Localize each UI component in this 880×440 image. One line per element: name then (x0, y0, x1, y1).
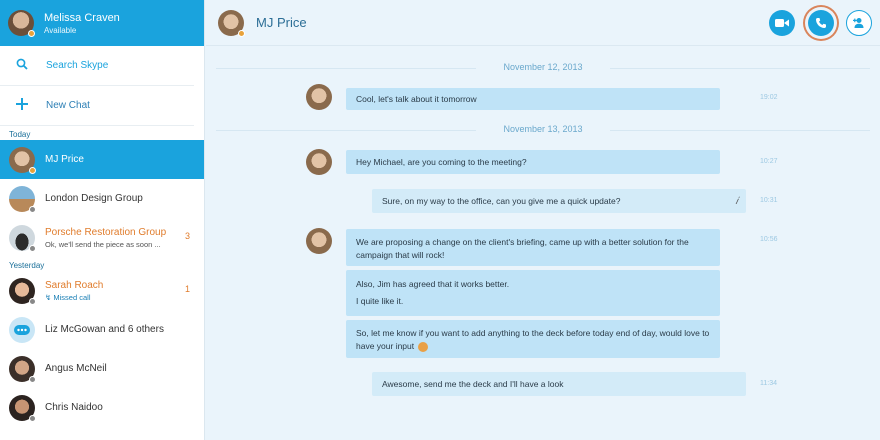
status-dot (29, 375, 36, 383)
message-timestamp: 10:27 (760, 158, 778, 165)
contact-liz-mcgowan-group[interactable]: Liz McGowan and 6 others (0, 310, 204, 349)
contact-porsche-restoration-group[interactable]: Porsche Restoration Group Ok, we'll send… (0, 218, 204, 257)
conversation-avatar[interactable] (218, 9, 245, 37)
status-dot (238, 29, 245, 37)
edit-message-icon[interactable]: 𝑖 (735, 196, 738, 207)
message-timestamp: 10:31 (760, 197, 778, 204)
sender-avatar (306, 149, 332, 175)
message-text: We are proposing a change on the client'… (356, 237, 689, 260)
contact-avatar (9, 394, 36, 422)
last-message-preview: Ok, we'll send the piece as soon ... (45, 239, 161, 249)
status-available-dot (28, 30, 35, 37)
group-chat-icon (14, 324, 30, 335)
sender-avatar (306, 84, 332, 110)
profile-avatar[interactable] (8, 10, 35, 37)
contact-name: MJ Price (45, 154, 84, 165)
group-chat-avatar (9, 316, 35, 343)
message-bubble[interactable]: We are proposing a change on the client'… (346, 229, 720, 266)
message-text: Also, Jim has agreed that it works bette… (356, 279, 510, 289)
contact-avatar (9, 146, 36, 174)
contact-name: Chris Naidoo (45, 402, 103, 413)
message-text: So, let me know if you want to add anyth… (356, 328, 710, 351)
search-icon (14, 58, 30, 73)
conversation-title[interactable]: MJ Price (256, 15, 307, 30)
profile-status: Available (44, 25, 77, 35)
search-skype[interactable]: Search Skype (0, 46, 194, 86)
sender-avatar (306, 228, 332, 254)
contact-angus-mcneil[interactable]: Angus McNeil (0, 349, 204, 388)
status-dot (29, 244, 36, 252)
video-camera-icon (775, 19, 789, 27)
message-timestamp: 11:34 (760, 380, 777, 387)
profile-info: Melissa Craven Available (44, 12, 120, 35)
status-dot (29, 205, 36, 213)
video-call-button[interactable] (769, 10, 795, 36)
missed-call-label: Missed call (53, 292, 91, 302)
audio-call-button[interactable] (808, 10, 834, 36)
message-bubble[interactable]: So, let me know if you want to add anyth… (346, 320, 720, 358)
sidebar: Melissa Craven Available Search Skype Ne… (0, 0, 205, 440)
message-text: Hey Michael, are you coming to the meeti… (356, 157, 527, 167)
profile-name: Melissa Craven (44, 11, 120, 24)
missed-call-status: ↯ Missed call (45, 293, 204, 302)
contact-chris-naidoo[interactable]: Chris Naidoo (0, 388, 204, 427)
add-person-icon (853, 18, 864, 28)
status-dot (29, 414, 36, 422)
status-dot (29, 166, 36, 174)
profile-header[interactable]: Melissa Craven Available (0, 0, 204, 46)
missed-call-icon: ↯ (45, 292, 52, 302)
smile-emoticon-icon (418, 341, 429, 352)
contact-avatar (9, 355, 36, 383)
new-chat-label: New Chat (46, 100, 90, 111)
contact-avatar (9, 277, 36, 305)
group-avatar (9, 224, 36, 252)
message-timestamp: 19:02 (760, 94, 778, 101)
contact-name: Angus McNeil (45, 363, 107, 374)
status-dot (29, 297, 36, 305)
new-chat-button[interactable]: New Chat (0, 86, 194, 126)
outgoing-message-bubble[interactable]: Awesome, send me the deck and I'll have … (372, 372, 746, 396)
section-today: Today (9, 130, 31, 139)
plus-icon (14, 98, 30, 113)
message-bubble[interactable]: Also, Jim has agreed that it works bette… (346, 270, 720, 316)
contact-mj-price[interactable]: MJ Price (0, 140, 204, 179)
outgoing-message-bubble[interactable]: Sure, on my way to the office, can you g… (372, 189, 746, 213)
contact-london-design-group[interactable]: London Design Group (0, 179, 204, 218)
message-text: Awesome, send me the deck and I'll have … (382, 379, 564, 389)
group-avatar (9, 185, 36, 213)
contact-name: London Design Group (45, 193, 143, 204)
unread-count-badge: 1 (184, 284, 190, 294)
message-text: Sure, on my way to the office, can you g… (382, 196, 621, 206)
phone-icon (816, 18, 826, 28)
contact-sarah-roach[interactable]: Sarah Roach ↯ Missed call 1 (0, 271, 204, 310)
add-participants-button[interactable] (846, 10, 872, 36)
message-bubble[interactable]: Cool, let's talk about it tomorrow (346, 88, 720, 110)
unread-count-badge: 3 (184, 231, 190, 241)
date-separator: November 12, 2013 (206, 62, 880, 72)
contact-name: Liz McGowan and 6 others (45, 324, 164, 335)
message-bubble[interactable]: Hey Michael, are you coming to the meeti… (346, 150, 720, 174)
section-yesterday: Yesterday (9, 261, 45, 270)
contact-name: Porsche Restoration Group (45, 226, 167, 238)
conversation-pane: MJ Price November 12, 2013 Cool, let's t… (206, 0, 880, 440)
message-timestamp: 10:56 (760, 236, 778, 243)
contact-name: Sarah Roach (45, 279, 104, 291)
message-text: I quite like it. (356, 296, 404, 306)
message-text: Cool, let's talk about it tomorrow (356, 94, 477, 104)
search-label: Search Skype (46, 60, 109, 71)
date-separator: November 13, 2013 (206, 124, 880, 134)
